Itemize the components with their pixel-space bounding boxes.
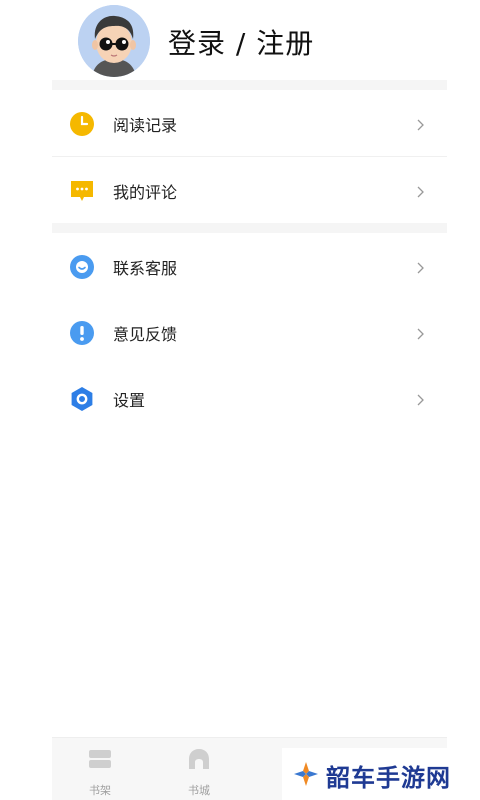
hexagon-settings-icon [69,386,95,412]
tab-bookshelf[interactable]: 书架 [60,738,140,800]
watermark-text: 韶车手游网 [326,764,451,792]
smile-icon [69,254,95,280]
menu-item-feedback[interactable]: 意见反馈 [52,299,447,365]
tab-bookstore[interactable]: 书城 [159,738,239,800]
comment-icon [69,178,95,204]
exclamation-icon [69,320,95,346]
tab-label: 书架 [89,784,111,797]
chevron-right-icon [416,183,425,198]
menu-item-contact-support[interactable]: 联系客服 [52,233,447,299]
chevron-right-icon [416,116,425,131]
menu-item-label: 联系客服 [113,259,178,278]
chevron-right-icon [416,325,425,340]
bookshelf-icon [88,747,112,771]
watermark-logo-icon [292,760,320,788]
menu-item-reading-history[interactable]: 阅读记录 [52,90,447,156]
menu-item-settings[interactable]: 设置 [52,365,447,431]
cartoon-avatar-icon[interactable] [78,5,150,77]
menu-item-label: 意见反馈 [113,325,178,344]
menu-item-label: 我的评论 [113,183,178,202]
section-gap [52,80,447,90]
chevron-right-icon [416,259,425,274]
clock-icon [69,111,95,137]
bookstore-icon [187,747,211,771]
login-register-link[interactable]: 登录 / 注册 [168,22,314,62]
watermark: 韶车手游网 [282,748,480,800]
profile-header[interactable]: 登录 / 注册 [52,0,447,80]
menu-item-my-comments[interactable]: 我的评论 [52,157,447,223]
menu-item-label: 设置 [113,391,146,410]
chevron-right-icon [416,391,425,406]
tab-label: 书城 [188,784,210,797]
menu-item-label: 阅读记录 [113,116,178,135]
section-gap [52,223,447,233]
